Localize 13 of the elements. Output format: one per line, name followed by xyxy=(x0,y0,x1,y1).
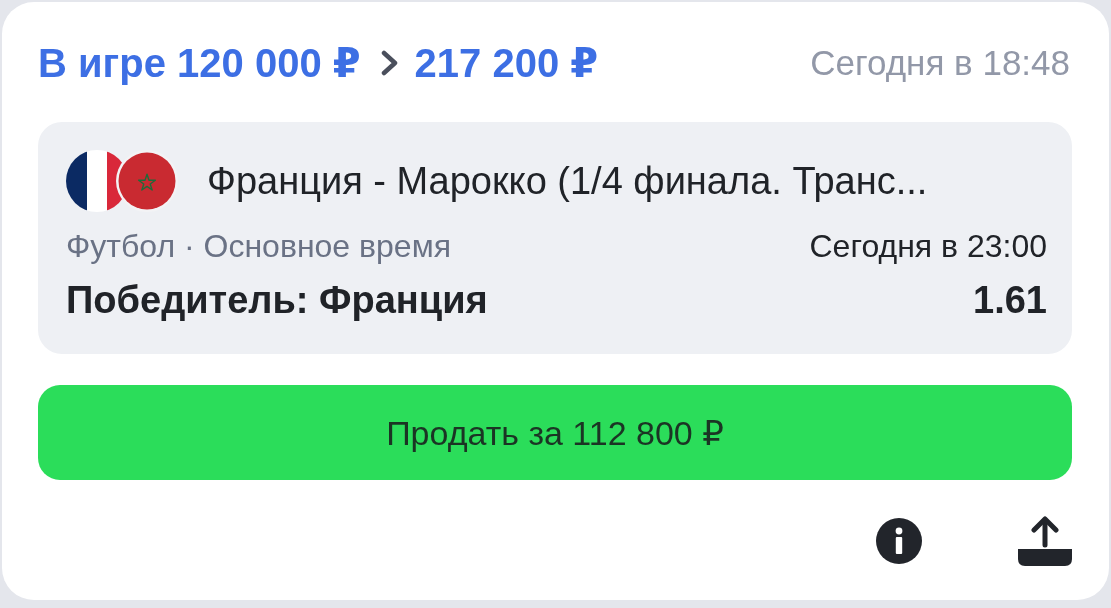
odds-value: 1.61 xyxy=(973,278,1047,322)
chevron-right-icon xyxy=(380,50,399,76)
share-icon[interactable] xyxy=(1018,516,1072,566)
info-icon[interactable] xyxy=(876,518,922,564)
sell-button[interactable]: Продать за 112 800 ₽ xyxy=(38,385,1072,480)
sport-info: Футбол · Основное время xyxy=(66,227,451,265)
bet-selection: Победитель: Франция xyxy=(66,278,488,322)
morocco-flag-icon xyxy=(116,150,178,212)
event-start-time: Сегодня в 23:00 xyxy=(809,227,1047,265)
stake-amount: В игре 120 000 ₽ xyxy=(38,40,361,87)
payout-amount: 217 200 ₽ xyxy=(414,40,599,87)
event-title: Франция - Марокко (1/4 финала. Транс... xyxy=(207,159,928,204)
bet-time: Сегодня в 18:48 xyxy=(810,42,1070,84)
